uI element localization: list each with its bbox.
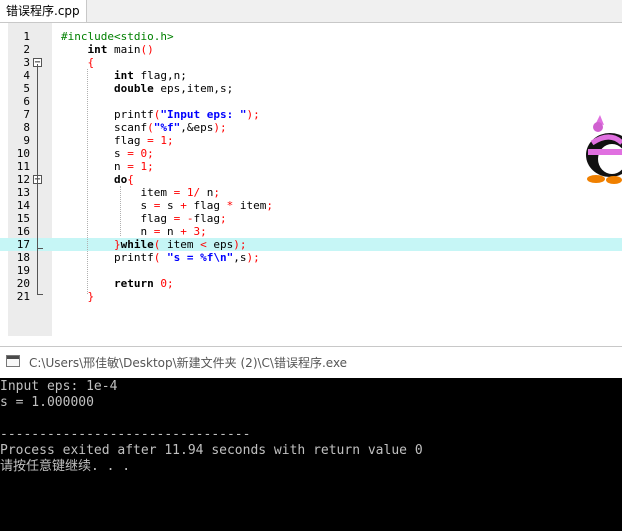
line-number: 20: [16, 277, 30, 290]
code-line-18[interactable]: 18 printf( "s = %f\n",s);: [0, 251, 622, 264]
code-line-12[interactable]: 12 − do{: [0, 173, 622, 186]
console-line: 请按任意键继续. . .: [0, 459, 131, 474]
tab-error-program[interactable]: 错误程序.cpp: [0, 0, 87, 22]
code-editor[interactable]: 1 #include<stdio.h> 2 int main() 3 − { 4…: [0, 23, 622, 340]
line-number: 5: [23, 82, 30, 95]
line-number: 9: [23, 134, 30, 147]
penguin-mascot-icon: [586, 115, 622, 184]
line-number: 19: [16, 264, 30, 277]
tab-bar: 错误程序.cpp: [0, 0, 622, 23]
fold-end-marker: [37, 248, 43, 249]
console-title-bar[interactable]: C:\Users\邢佳敏\Desktop\新建文件夹 (2)\C\错误程序.ex…: [0, 346, 622, 378]
code-line-21[interactable]: 21 }: [0, 290, 622, 303]
console-line: Input eps: 1e-4: [0, 379, 118, 394]
line-number: 4: [23, 69, 30, 82]
line-number: 15: [16, 212, 30, 225]
line-number: 16: [16, 225, 30, 238]
line-number: 17: [16, 238, 30, 251]
fold-guide-line: [37, 64, 38, 294]
indent-guide: [87, 69, 88, 294]
line-number: 18: [16, 251, 30, 264]
line-number: 7: [23, 108, 30, 121]
code-line-14[interactable]: 14 s = s + flag * item;: [0, 199, 622, 212]
code-lines[interactable]: 1 #include<stdio.h> 2 int main() 3 − { 4…: [0, 30, 622, 303]
console-window-icon: [6, 355, 20, 367]
line-number: 13: [16, 186, 30, 199]
console-line: s = 1.000000: [0, 395, 94, 410]
code-line-4[interactable]: 4 int flag,n;: [0, 69, 622, 82]
line-number: 3: [23, 56, 30, 69]
code-line-3[interactable]: 3 − {: [0, 56, 622, 69]
console-title: C:\Users\邢佳敏\Desktop\新建文件夹 (2)\C\错误程序.ex…: [29, 356, 348, 370]
line-number: 6: [23, 95, 30, 108]
code-line-20[interactable]: 20 return 0;: [0, 277, 622, 290]
line-number: 2: [23, 43, 30, 56]
code-line-10[interactable]: 10 s = 0;: [0, 147, 622, 160]
console-line: --------------------------------: [0, 427, 251, 442]
line-number: 12: [16, 173, 30, 186]
line-number: 8: [23, 121, 30, 134]
code-line-15[interactable]: 15 flag = -flag;: [0, 212, 622, 225]
console-output[interactable]: Input eps: 1e-4 s = 1.000000 -----------…: [0, 378, 622, 531]
code-line-8[interactable]: 8 scanf("%f",&eps);: [0, 121, 622, 134]
line-number: 21: [16, 290, 30, 303]
line-number: 1: [23, 30, 30, 43]
code-line-2[interactable]: 2 int main(): [0, 43, 622, 56]
code-line-11[interactable]: 11 n = 1;: [0, 160, 622, 173]
fold-end-marker: [37, 294, 43, 295]
code-line-5[interactable]: 5 double eps,item,s;: [0, 82, 622, 95]
code-line-1[interactable]: 1 #include<stdio.h>: [0, 30, 622, 43]
console-line: Process exited after 11.94 seconds with …: [0, 443, 423, 458]
code-line-6[interactable]: 6: [0, 95, 622, 108]
code-line-9[interactable]: 9 flag = 1;: [0, 134, 622, 147]
line-number: 11: [16, 160, 30, 173]
line-number: 10: [16, 147, 30, 160]
line-number: 14: [16, 199, 30, 212]
code-line-16[interactable]: 16 n = n + 3;: [0, 225, 622, 238]
include-directive: #include<stdio.h>: [61, 30, 174, 43]
code-line-13[interactable]: 13 item = 1/ n;: [0, 186, 622, 199]
code-line-19[interactable]: 19: [0, 264, 622, 277]
code-line-17-current[interactable]: 17 }while( item < eps);: [0, 238, 622, 251]
code-line-7[interactable]: 7 printf("Input eps: ");: [0, 108, 622, 121]
indent-guide: [120, 186, 121, 236]
